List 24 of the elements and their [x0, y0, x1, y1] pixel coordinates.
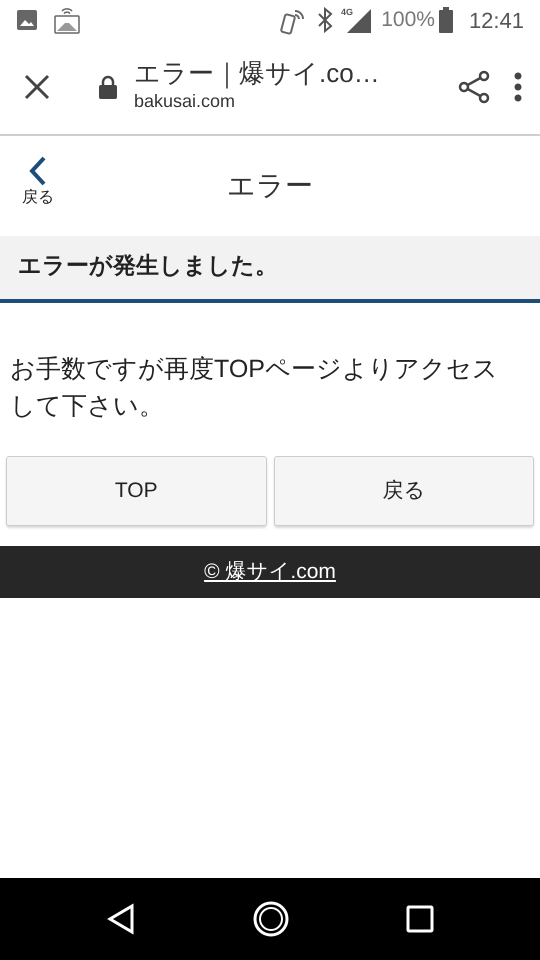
url-text: bakusai.com — [134, 90, 236, 114]
copyright-link[interactable]: © 爆サイ.com — [204, 556, 336, 588]
screen-cast-icon — [54, 6, 80, 34]
close-icon[interactable] — [24, 74, 50, 100]
bluetooth-icon — [317, 7, 334, 33]
page-title: エラー｜爆サイ.co… — [134, 58, 381, 88]
clock: 12:41 — [468, 6, 524, 34]
share-icon[interactable] — [458, 70, 490, 104]
recents-nav-icon[interactable] — [406, 905, 434, 933]
battery-icon — [438, 7, 453, 33]
more-menu-icon[interactable] — [514, 72, 522, 102]
network-type: 4G — [341, 7, 354, 17]
chevron-left-icon — [28, 156, 48, 186]
lock-icon — [98, 75, 118, 99]
image-icon — [16, 9, 38, 31]
error-message: お手数ですが再度TOPページよりアクセスして下さい。 — [9, 354, 499, 422]
page-heading: エラー — [227, 169, 313, 203]
nav-button[interactable]: 戻る — [274, 456, 534, 526]
home-nav-icon[interactable] — [252, 901, 289, 937]
nav-button[interactable]: TOP — [6, 456, 266, 526]
back-button[interactable]: 戻る — [22, 156, 54, 210]
back-nav-icon[interactable] — [106, 903, 136, 935]
battery-percent: 100% — [381, 7, 435, 34]
error-heading: エラーが発生しました。 — [0, 236, 540, 302]
